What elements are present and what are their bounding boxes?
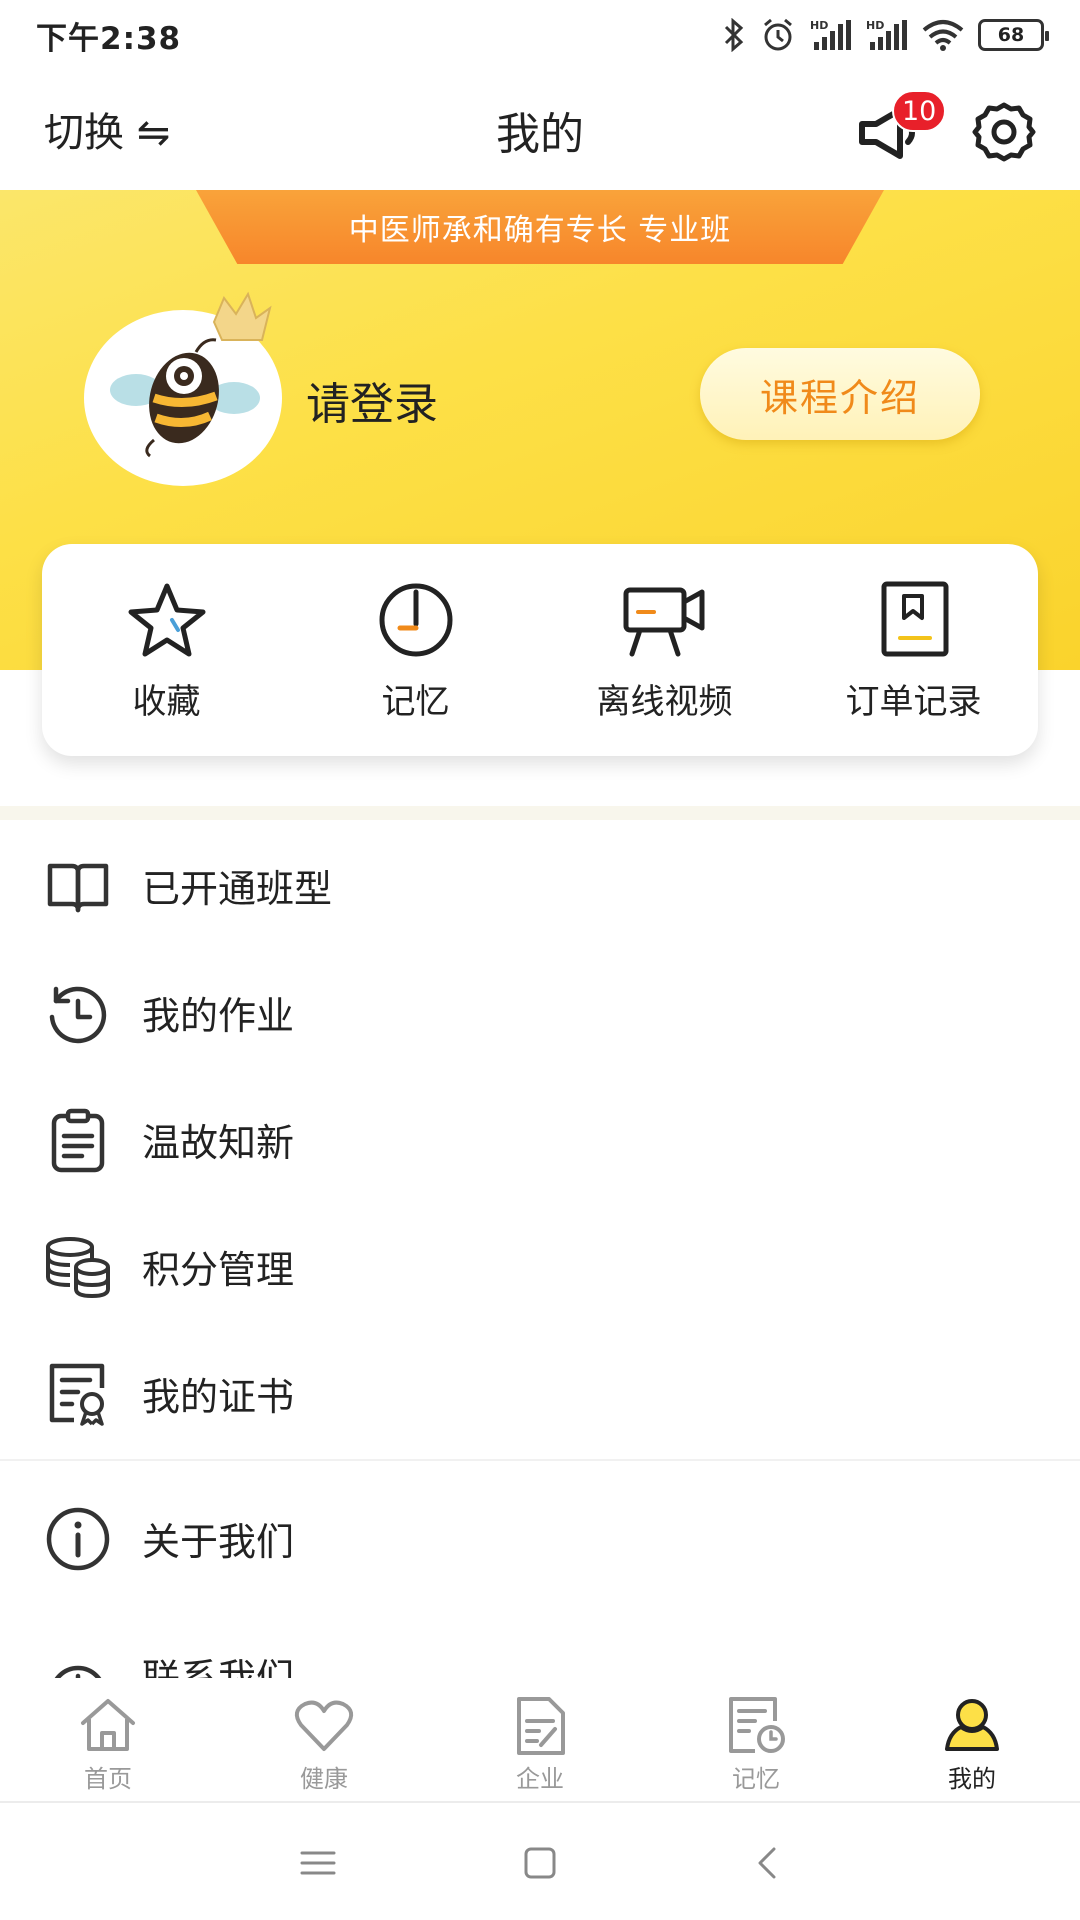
tab-enterprise[interactable]: 企业 xyxy=(432,1683,648,1801)
switch-button[interactable]: 切换 ⇋ xyxy=(44,100,170,158)
tab-home[interactable]: 首页 xyxy=(0,1683,216,1801)
svg-text:HD: HD xyxy=(866,19,884,32)
info-icon xyxy=(46,1507,110,1570)
system-navigation-bar xyxy=(0,1805,1080,1920)
signal-hd-icon: HD xyxy=(810,19,851,50)
status-time: 下午2:38 xyxy=(36,20,182,57)
menu-separator xyxy=(0,1459,1080,1461)
video-camera-icon xyxy=(623,587,704,657)
tab-label: 我的 xyxy=(948,1765,996,1793)
menu-item-homework[interactable]: 我的作业 xyxy=(0,949,1080,1076)
menu-item-certificates[interactable]: 我的证书 xyxy=(0,1330,1080,1457)
menu-item-open-classes[interactable]: 已开通班型 xyxy=(0,822,1080,949)
contact-icon xyxy=(54,1665,102,1678)
battery-level: 68 xyxy=(997,24,1025,46)
quick-label-offline-video: 离线视频 xyxy=(596,682,733,722)
status-icons: HD HD 68 xyxy=(722,17,1049,53)
tab-mine[interactable]: 我的 xyxy=(864,1683,1080,1801)
course-ribbon[interactable]: 中医师承和确有专长 专业班 xyxy=(196,190,884,264)
tab-label: 企业 xyxy=(516,1765,564,1793)
history-icon xyxy=(49,986,107,1043)
quick-label-orders: 订单记录 xyxy=(845,682,982,722)
wifi-icon xyxy=(922,20,964,51)
menu-label: 积分管理 xyxy=(142,1248,295,1292)
certificate-icon xyxy=(49,1363,105,1426)
switch-label: 切换 ⇋ xyxy=(44,110,171,156)
tab-label: 记忆 xyxy=(732,1765,780,1793)
menu-list: 已开通班型 我的作业 温故知新 积分管理 我的证书 关于我们 联系我们 xyxy=(0,822,1080,1678)
clock-icon xyxy=(379,583,452,657)
quick-item-orders[interactable]: 订单记录 xyxy=(789,544,1038,756)
menu-item-review[interactable]: 温故知新 xyxy=(0,1076,1080,1203)
alarm-icon xyxy=(764,18,792,51)
menu-label: 关于我们 xyxy=(142,1520,295,1564)
quick-label-favorites: 收藏 xyxy=(132,682,201,722)
quick-label-memory: 记忆 xyxy=(381,682,450,722)
svg-text:HD: HD xyxy=(810,19,828,32)
coins-icon xyxy=(46,1236,110,1298)
battery-indicator: 68 xyxy=(978,19,1049,51)
open-book-icon xyxy=(47,863,109,912)
tab-label: 首页 xyxy=(84,1765,132,1793)
menu-label: 已开通班型 xyxy=(142,867,333,911)
bookmark-icon xyxy=(881,581,948,657)
menu-item-contact[interactable]: 联系我们 xyxy=(0,1602,1080,1678)
quick-actions-card: 收藏 记忆 离线视频 订单记录 xyxy=(42,544,1038,756)
section-divider xyxy=(0,806,1080,820)
bluetooth-icon xyxy=(724,18,744,52)
avatar[interactable] xyxy=(84,291,282,486)
menu-label: 联系我们 xyxy=(142,1656,295,1678)
status-bar: 下午2:38 HD HD 68 xyxy=(0,0,1080,70)
menu-label: 我的证书 xyxy=(142,1375,295,1419)
login-prompt[interactable]: 请登录 xyxy=(306,368,438,432)
heart-icon xyxy=(294,1700,354,1751)
document-icon xyxy=(517,1697,565,1755)
user-icon xyxy=(945,1699,999,1751)
bee-mascot-icon xyxy=(110,291,272,458)
gear-icon[interactable] xyxy=(972,100,1036,164)
course-intro-button[interactable]: 课程介绍 xyxy=(700,348,980,440)
menu-icon[interactable] xyxy=(298,1843,338,1883)
bottom-tab-bar: 首页 健康 企业 记忆 我的 xyxy=(0,1683,1080,1803)
home-icon xyxy=(81,1699,135,1751)
quick-item-favorites[interactable]: 收藏 xyxy=(42,544,291,756)
tab-label: 健康 xyxy=(300,1765,348,1793)
menu-item-about[interactable]: 关于我们 xyxy=(0,1475,1080,1602)
top-header: 切换 ⇋ 我的 10 xyxy=(0,70,1080,190)
back-icon[interactable] xyxy=(748,1843,788,1883)
notification-badge: 10 xyxy=(892,90,947,132)
tab-health[interactable]: 健康 xyxy=(216,1683,432,1801)
menu-label: 我的作业 xyxy=(142,994,295,1038)
home-square-icon[interactable] xyxy=(520,1843,560,1883)
quick-item-memory[interactable]: 记忆 xyxy=(291,544,540,756)
menu-label: 温故知新 xyxy=(142,1121,295,1165)
quick-item-offline-video[interactable]: 离线视频 xyxy=(540,544,789,756)
signal-hd-2-icon: HD xyxy=(866,19,907,50)
menu-item-points[interactable]: 积分管理 xyxy=(0,1203,1080,1330)
tab-memory[interactable]: 记忆 xyxy=(648,1683,864,1801)
memory-icon xyxy=(729,1697,785,1753)
clipboard-icon xyxy=(51,1108,105,1172)
star-icon xyxy=(128,583,205,657)
